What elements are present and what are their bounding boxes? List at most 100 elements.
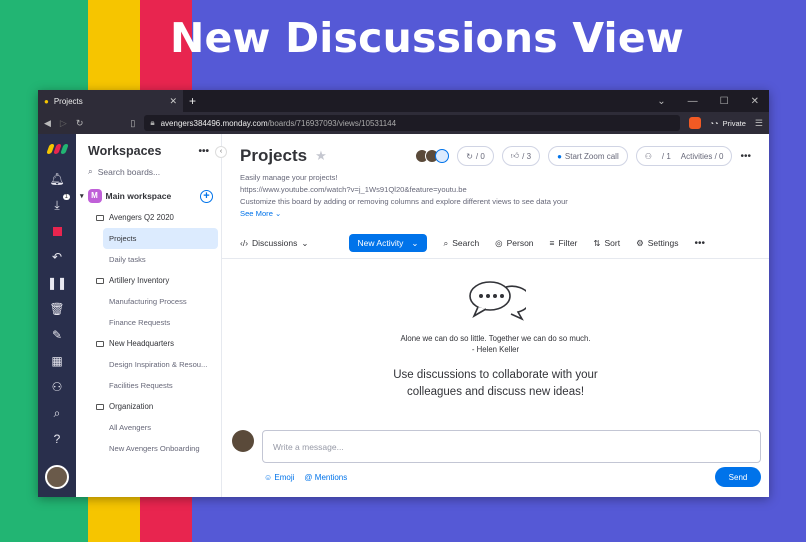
chevron-down-icon[interactable]: ⌄ [411,238,418,249]
mentions-button[interactable]: @ Mentions [304,473,347,482]
help-icon[interactable]: ? [38,426,76,452]
undo-icon[interactable]: ↶ [38,244,76,270]
desc-line: Easily manage your projects! [240,173,338,182]
pen-icon[interactable]: ✎ [38,322,76,348]
folder-label: Avengers Q2 2020 [109,213,174,222]
board-toolbar: ‹/› Discussions ⌄ New Activity ⌄ ⌕ Search ◎ P… [222,232,769,254]
back-icon[interactable]: ◀ [44,118,51,129]
updates-count: / 0 [475,151,485,161]
private-indicator: ◔◔ Private [710,119,746,128]
view-selector[interactable]: ‹/› Discussions ⌄ [240,238,309,249]
trash-icon[interactable]: 🗑︎ [38,296,76,322]
likes-count: / 3 [522,151,532,161]
sort-button[interactable]: ⇅ Sort [593,238,620,249]
zoom-call-button[interactable]: ● Start Zoom call [548,146,628,166]
maximize-icon[interactable]: ☐ [720,96,729,107]
board-item-projects[interactable]: Projects [103,228,218,249]
board-item[interactable]: Daily tasks [76,249,221,270]
code-icon: ‹/› [240,238,249,248]
board-search[interactable]: ⌕ Search boards... [88,166,209,177]
browser-window: ● Projects ✕ + ⌄ — ☐ ✕ ◀ ▷ ↻ ▯ 🔒︎ avenge… [38,90,769,497]
close-tab-icon[interactable]: ✕ [169,96,177,107]
smile-icon: ☺ [264,472,273,482]
monday-logo-icon[interactable] [45,144,69,154]
new-activity-label: New Activity [357,238,404,248]
pause-icon[interactable]: ❚❚ [38,270,76,296]
updates-icon: ↻ [466,151,473,161]
likes-button[interactable]: 👍︎/ 3 [501,146,541,166]
bg-stripe-green [0,0,38,542]
toolbar-more-icon[interactable]: ••• [694,238,705,249]
forward-icon[interactable]: ▷ [60,118,67,129]
brave-shield-icon[interactable] [688,117,701,129]
folder-icon [96,340,104,347]
divider [222,258,769,259]
record-stop-icon[interactable] [38,218,76,244]
url-field[interactable]: 🔒︎ avengers384496.monday.com/boards/7169… [144,115,680,131]
board-item[interactable]: Manufacturing Process [76,291,221,312]
see-more-link[interactable]: See More ⌄ [240,208,751,220]
board-item[interactable]: Design Inspiration & Resou... [76,354,221,375]
board-item[interactable]: New Avengers Onboarding [76,438,221,459]
more-options-icon[interactable]: ••• [198,146,209,157]
headline: New Discussions View [170,14,684,62]
new-activity-button[interactable]: New Activity ⌄ [348,234,428,252]
monday-app: 🔔︎ ⤓ 1 ↶ ❚❚ 🗑︎ ✎ ▦ ⚇ ⌕ ? Workspaces ••• ‹… [38,134,769,497]
menu-icon[interactable]: ☰ [755,118,763,129]
board-item[interactable]: All Avengers [76,417,221,438]
board-subscribers[interactable] [415,149,450,163]
monday-favicon-icon: ● [44,96,49,106]
filter-button[interactable]: ≡ Filter [550,238,578,248]
folder-label: Artillery Inventory [109,276,170,285]
search-button[interactable]: ⌕ Search [443,238,479,249]
workspace-title: Workspaces [88,144,162,158]
folder-organization[interactable]: Organization [76,396,221,417]
folder-artillery[interactable]: Artillery Inventory [76,270,221,291]
avatar [232,430,254,452]
workspace-name: Main workspace [105,191,172,201]
message-composer: Write a message... ☺ Emoji @ Mentions Se… [232,430,761,487]
left-nav: 🔔︎ ⤓ 1 ↶ ❚❚ 🗑︎ ✎ ▦ ⚇ ⌕ ? [38,134,76,497]
desc-link[interactable]: https://www.youtube.com/watch?v=j_1Ws91Q… [240,184,751,196]
emoji-button[interactable]: ☺ Emoji [264,473,294,482]
close-window-icon[interactable]: ✕ [751,96,759,107]
quote-author: - Helen Keller [471,345,520,354]
bell-icon[interactable]: 🔔︎ [38,166,76,192]
folder-headquarters[interactable]: New Headquarters [76,333,221,354]
updates-button[interactable]: ↻/ 0 [457,146,494,166]
star-icon[interactable]: ★ [315,148,327,164]
person-filter-button[interactable]: ◎ Person [495,238,533,249]
page-title: Projects [240,146,308,165]
reload-icon[interactable]: ↻ [76,118,84,129]
settings-button[interactable]: ⚙ Settings [636,238,678,249]
empty-state-message: Use discussions to collaborate with your… [222,367,769,401]
minimize-icon[interactable]: — [688,96,698,107]
members-icon: ⚇ [644,151,652,161]
add-icon[interactable]: + [200,189,213,203]
workspace-selector[interactable]: ▾ M Main workspace + [80,189,221,203]
members-activity-button[interactable]: ⚇ / 1 Activities / 0 [635,146,733,166]
folder-icon [96,277,104,284]
calendar-icon[interactable]: ▦ [38,348,76,374]
send-button[interactable]: Send [715,467,761,487]
board-menu-icon[interactable]: ••• [740,151,751,162]
search-icon[interactable]: ⌕ [38,400,76,426]
filter-label: Filter [558,238,578,248]
board-item[interactable]: Facilities Requests [76,375,221,396]
board-item[interactable]: Finance Requests [76,312,221,333]
discussions-empty-state: Alone we can do so little. Together we c… [222,279,769,401]
browser-titlebar: ● Projects ✕ + ⌄ — ☐ ✕ [38,90,769,112]
board-description: Easily manage your projects! https://www… [222,166,769,220]
caret-down-icon: ▾ [80,193,84,200]
inbox-icon[interactable]: ⤓ 1 [38,192,76,218]
folder-avengers-q2[interactable]: Avengers Q2 2020 [76,207,221,228]
user-avatar[interactable] [45,465,69,489]
message-input[interactable]: Write a message... [262,430,761,463]
new-tab-icon[interactable]: + [189,94,196,108]
sort-label: Sort [604,238,621,248]
chevron-down-icon[interactable]: ⌄ [657,96,665,107]
browser-tab[interactable]: ● Projects ✕ [38,90,183,112]
chevron-down-icon: ⌄ [301,237,309,248]
add-user-icon[interactable]: ⚇ [38,374,76,400]
bookmark-icon[interactable]: ▯ [130,118,135,129]
